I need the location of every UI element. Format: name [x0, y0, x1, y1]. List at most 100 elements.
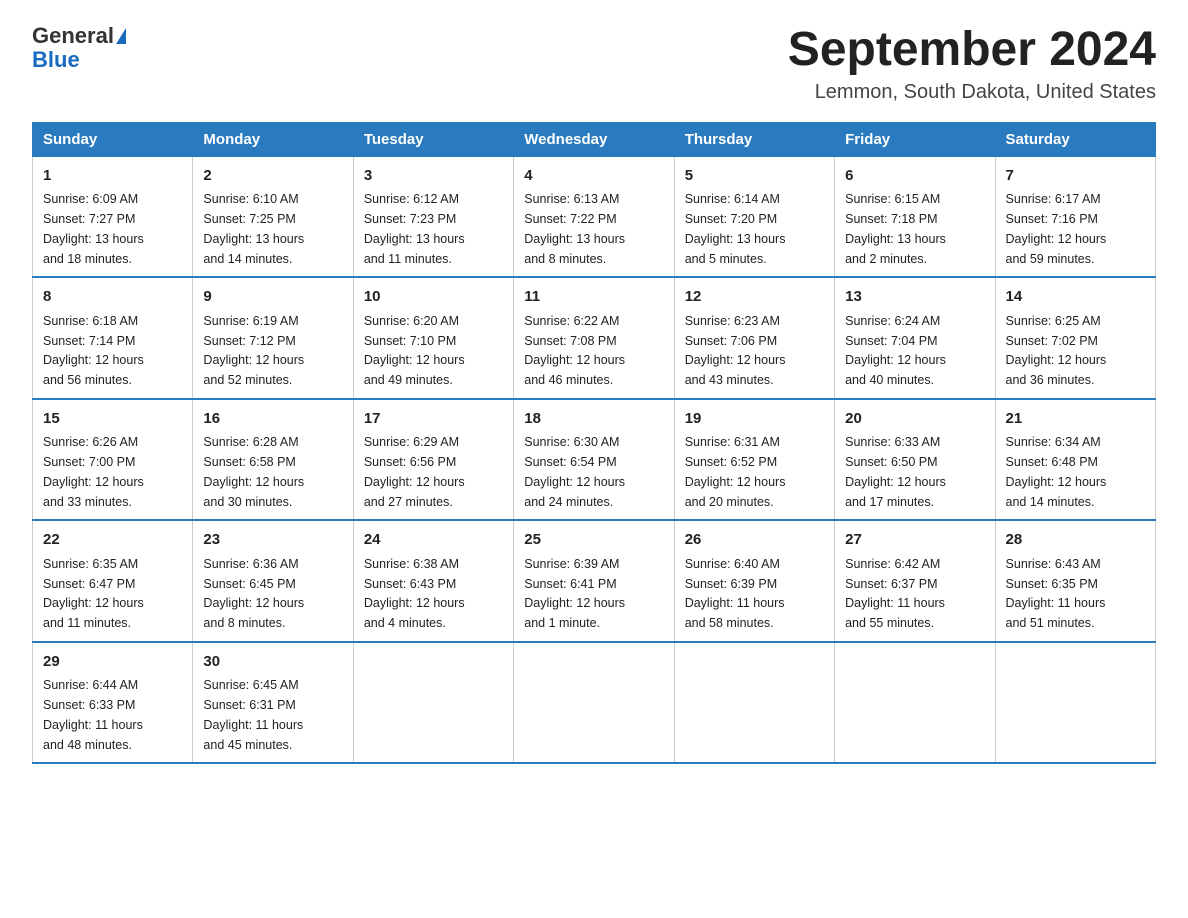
header-sunday: Sunday [33, 122, 193, 156]
calendar-cell: 5 Sunrise: 6:14 AM Sunset: 7:20 PM Daylig… [674, 156, 834, 277]
day-number: 6 [845, 165, 984, 188]
calendar-cell: 6 Sunrise: 6:15 AM Sunset: 7:18 PM Daylig… [835, 156, 995, 277]
calendar-cell: 15 Sunrise: 6:26 AM Sunset: 7:00 PM Dayli… [33, 399, 193, 521]
day-number: 7 [1006, 165, 1145, 188]
day-info: Sunrise: 6:12 AM Sunset: 7:23 PM Dayligh… [364, 192, 465, 265]
calendar-cell: 16 Sunrise: 6:28 AM Sunset: 6:58 PM Dayli… [193, 399, 353, 521]
header-monday: Monday [193, 122, 353, 156]
calendar-cell: 11 Sunrise: 6:22 AM Sunset: 7:08 PM Dayli… [514, 277, 674, 399]
day-number: 17 [364, 408, 503, 431]
day-number: 3 [364, 165, 503, 188]
day-info: Sunrise: 6:34 AM Sunset: 6:48 PM Dayligh… [1006, 435, 1107, 508]
day-number: 10 [364, 286, 503, 309]
calendar-cell: 3 Sunrise: 6:12 AM Sunset: 7:23 PM Daylig… [353, 156, 513, 277]
day-number: 23 [203, 529, 342, 552]
calendar-header-row: SundayMondayTuesdayWednesdayThursdayFrid… [33, 122, 1156, 156]
calendar-cell: 14 Sunrise: 6:25 AM Sunset: 7:02 PM Dayli… [995, 277, 1155, 399]
calendar-cell [353, 642, 513, 764]
day-info: Sunrise: 6:09 AM Sunset: 7:27 PM Dayligh… [43, 192, 144, 265]
day-number: 2 [203, 165, 342, 188]
day-number: 30 [203, 651, 342, 674]
title-area: September 2024 Lemmon, South Dakota, Uni… [788, 24, 1156, 104]
calendar-cell: 19 Sunrise: 6:31 AM Sunset: 6:52 PM Dayli… [674, 399, 834, 521]
day-number: 9 [203, 286, 342, 309]
logo-text-general: General [32, 24, 114, 48]
day-info: Sunrise: 6:44 AM Sunset: 6:33 PM Dayligh… [43, 678, 143, 751]
calendar-cell: 1 Sunrise: 6:09 AM Sunset: 7:27 PM Daylig… [33, 156, 193, 277]
day-info: Sunrise: 6:33 AM Sunset: 6:50 PM Dayligh… [845, 435, 946, 508]
calendar-cell: 23 Sunrise: 6:36 AM Sunset: 6:45 PM Dayli… [193, 520, 353, 642]
calendar-cell: 25Sunrise: 6:39 AM Sunset: 6:41 PM Dayli… [514, 520, 674, 642]
day-info: Sunrise: 6:15 AM Sunset: 7:18 PM Dayligh… [845, 192, 946, 265]
logo-text-blue: Blue [32, 48, 80, 72]
day-number: 1 [43, 165, 182, 188]
calendar-week-row: 22 Sunrise: 6:35 AM Sunset: 6:47 PM Dayli… [33, 520, 1156, 642]
calendar-cell: 22 Sunrise: 6:35 AM Sunset: 6:47 PM Dayli… [33, 520, 193, 642]
page-header: General Blue September 2024 Lemmon, Sout… [32, 24, 1156, 104]
calendar-cell: 29 Sunrise: 6:44 AM Sunset: 6:33 PM Dayli… [33, 642, 193, 764]
calendar-cell: 20Sunrise: 6:33 AM Sunset: 6:50 PM Dayli… [835, 399, 995, 521]
day-number: 18 [524, 408, 663, 431]
calendar-cell: 4Sunrise: 6:13 AM Sunset: 7:22 PM Daylig… [514, 156, 674, 277]
calendar-cell: 2 Sunrise: 6:10 AM Sunset: 7:25 PM Daylig… [193, 156, 353, 277]
calendar-cell [674, 642, 834, 764]
calendar-week-row: 29 Sunrise: 6:44 AM Sunset: 6:33 PM Dayli… [33, 642, 1156, 764]
calendar-week-row: 8 Sunrise: 6:18 AM Sunset: 7:14 PM Daylig… [33, 277, 1156, 399]
logo: General Blue [32, 24, 126, 72]
calendar-week-row: 15 Sunrise: 6:26 AM Sunset: 7:00 PM Dayli… [33, 399, 1156, 521]
calendar-cell: 12Sunrise: 6:23 AM Sunset: 7:06 PM Dayli… [674, 277, 834, 399]
day-info: Sunrise: 6:28 AM Sunset: 6:58 PM Dayligh… [203, 435, 304, 508]
calendar-cell: 17 Sunrise: 6:29 AM Sunset: 6:56 PM Dayli… [353, 399, 513, 521]
day-info: Sunrise: 6:17 AM Sunset: 7:16 PM Dayligh… [1006, 192, 1107, 265]
day-number: 5 [685, 165, 824, 188]
header-saturday: Saturday [995, 122, 1155, 156]
day-number: 27 [845, 529, 984, 552]
logo-triangle-icon [116, 28, 126, 44]
day-number: 29 [43, 651, 182, 674]
header-thursday: Thursday [674, 122, 834, 156]
day-number: 16 [203, 408, 342, 431]
day-number: 24 [364, 529, 503, 552]
day-info: Sunrise: 6:22 AM Sunset: 7:08 PM Dayligh… [524, 314, 625, 387]
calendar-cell: 26 Sunrise: 6:40 AM Sunset: 6:39 PM Dayli… [674, 520, 834, 642]
day-number: 22 [43, 529, 182, 552]
header-tuesday: Tuesday [353, 122, 513, 156]
header-friday: Friday [835, 122, 995, 156]
day-info: Sunrise: 6:26 AM Sunset: 7:00 PM Dayligh… [43, 435, 144, 508]
calendar-cell: 10Sunrise: 6:20 AM Sunset: 7:10 PM Dayli… [353, 277, 513, 399]
day-number: 11 [524, 286, 663, 309]
day-number: 15 [43, 408, 182, 431]
day-info: Sunrise: 6:31 AM Sunset: 6:52 PM Dayligh… [685, 435, 786, 508]
calendar-cell: 9 Sunrise: 6:19 AM Sunset: 7:12 PM Daylig… [193, 277, 353, 399]
day-number: 8 [43, 286, 182, 309]
day-info: Sunrise: 6:45 AM Sunset: 6:31 PM Dayligh… [203, 678, 303, 751]
day-info: Sunrise: 6:24 AM Sunset: 7:04 PM Dayligh… [845, 314, 946, 387]
calendar-cell: 21 Sunrise: 6:34 AM Sunset: 6:48 PM Dayli… [995, 399, 1155, 521]
location: Lemmon, South Dakota, United States [788, 81, 1156, 104]
day-number: 19 [685, 408, 824, 431]
calendar-cell [995, 642, 1155, 764]
calendar-cell: 27Sunrise: 6:42 AM Sunset: 6:37 PM Dayli… [835, 520, 995, 642]
day-info: Sunrise: 6:36 AM Sunset: 6:45 PM Dayligh… [203, 557, 304, 630]
calendar-week-row: 1 Sunrise: 6:09 AM Sunset: 7:27 PM Daylig… [33, 156, 1156, 277]
calendar-cell: 24Sunrise: 6:38 AM Sunset: 6:43 PM Dayli… [353, 520, 513, 642]
calendar-cell [835, 642, 995, 764]
day-info: Sunrise: 6:19 AM Sunset: 7:12 PM Dayligh… [203, 314, 304, 387]
day-info: Sunrise: 6:18 AM Sunset: 7:14 PM Dayligh… [43, 314, 144, 387]
day-info: Sunrise: 6:14 AM Sunset: 7:20 PM Dayligh… [685, 192, 786, 265]
day-number: 21 [1006, 408, 1145, 431]
calendar-cell: 28Sunrise: 6:43 AM Sunset: 6:35 PM Dayli… [995, 520, 1155, 642]
day-info: Sunrise: 6:29 AM Sunset: 6:56 PM Dayligh… [364, 435, 465, 508]
calendar-table: SundayMondayTuesdayWednesdayThursdayFrid… [32, 122, 1156, 765]
day-number: 28 [1006, 529, 1145, 552]
day-number: 13 [845, 286, 984, 309]
day-number: 26 [685, 529, 824, 552]
day-info: Sunrise: 6:35 AM Sunset: 6:47 PM Dayligh… [43, 557, 144, 630]
day-number: 4 [524, 165, 663, 188]
day-info: Sunrise: 6:25 AM Sunset: 7:02 PM Dayligh… [1006, 314, 1107, 387]
header-wednesday: Wednesday [514, 122, 674, 156]
day-info: Sunrise: 6:40 AM Sunset: 6:39 PM Dayligh… [685, 557, 785, 630]
day-number: 14 [1006, 286, 1145, 309]
day-info: Sunrise: 6:10 AM Sunset: 7:25 PM Dayligh… [203, 192, 304, 265]
calendar-cell: 30 Sunrise: 6:45 AM Sunset: 6:31 PM Dayli… [193, 642, 353, 764]
